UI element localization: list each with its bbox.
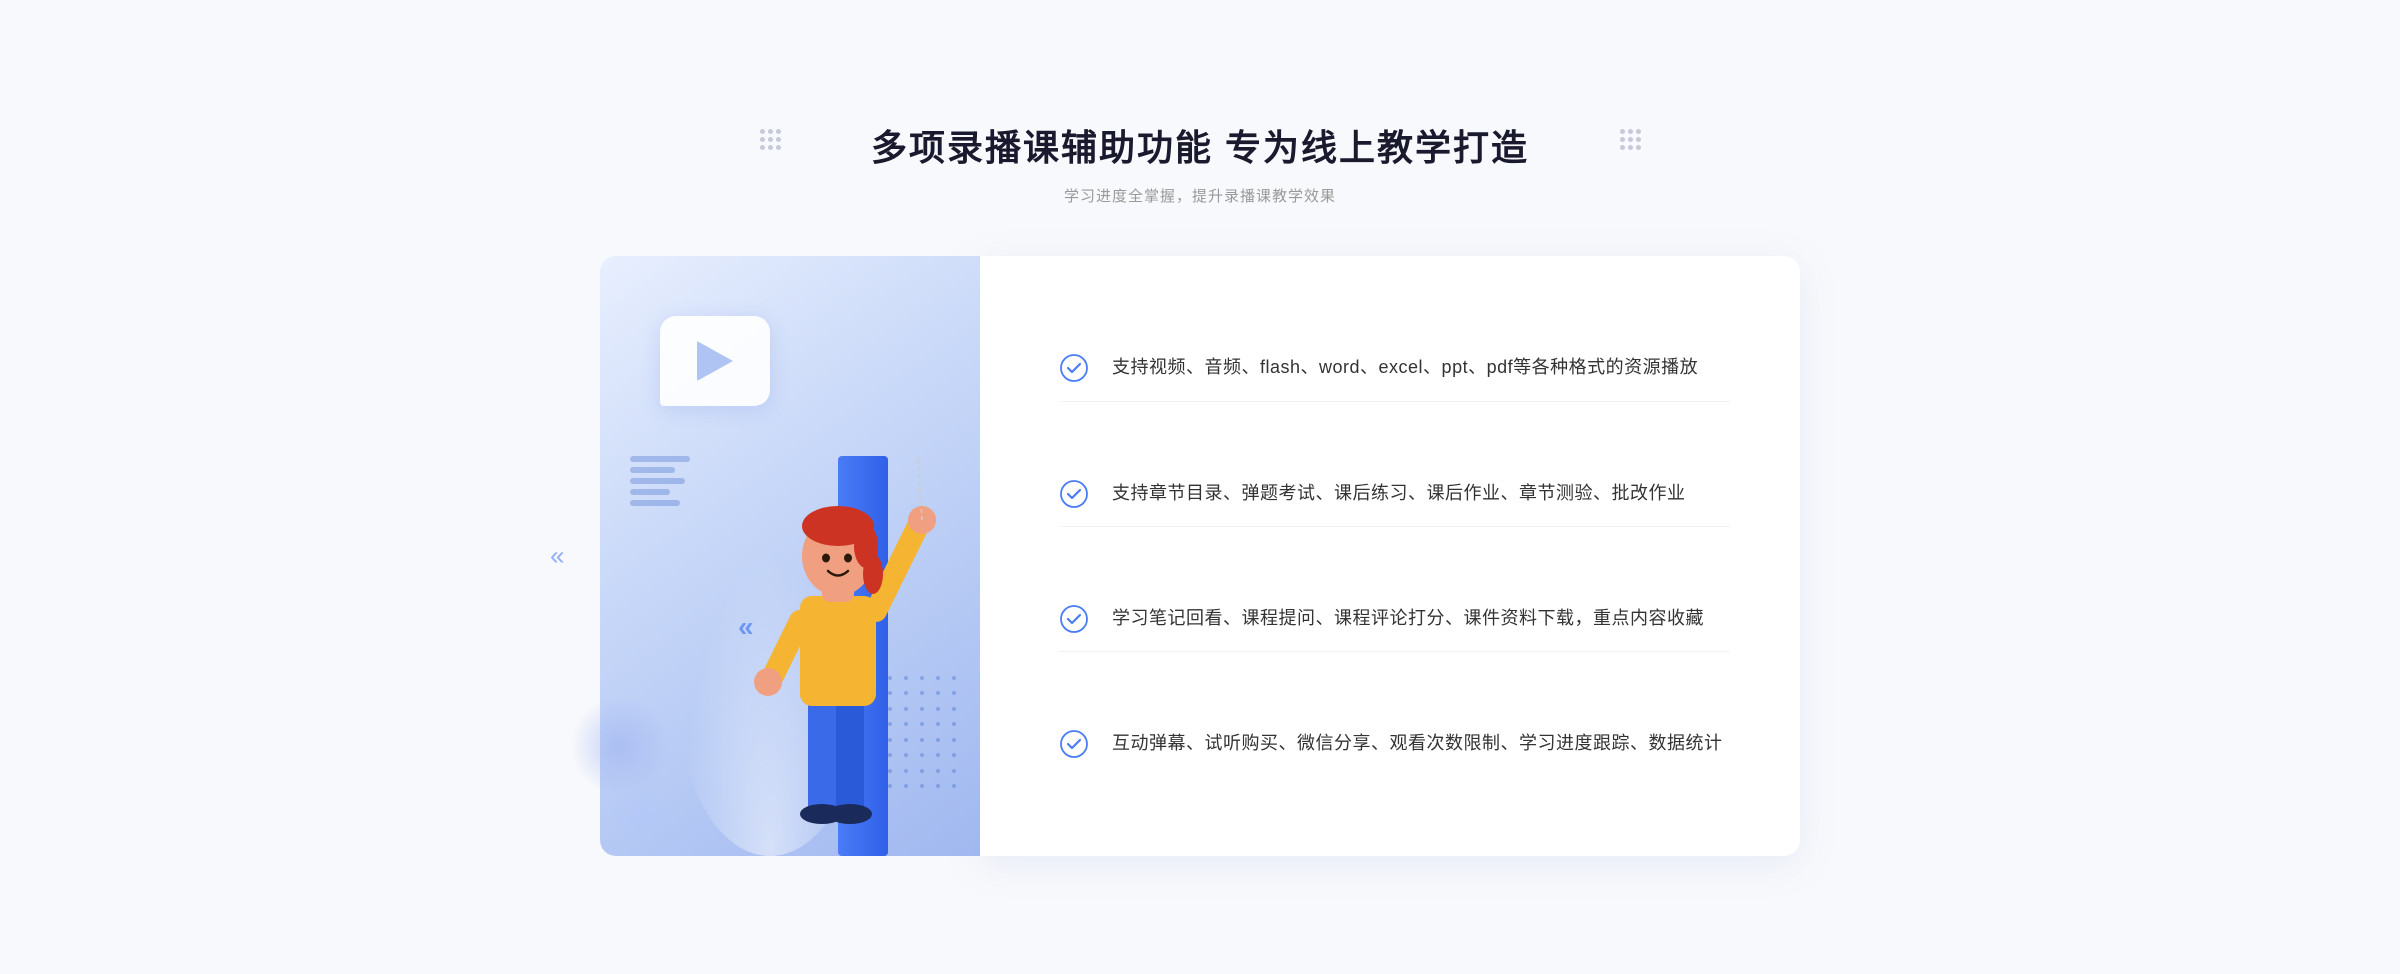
feature-item-2: 支持章节目录、弹题考试、课后练习、课后作业、章节测验、批改作业 [1060,460,1730,528]
feature-text-1: 支持视频、音频、flash、word、excel、ppt、pdf等各种格式的资源… [1112,352,1698,383]
feature-item-1: 支持视频、音频、flash、word、excel、ppt、pdf等各种格式的资源… [1060,334,1730,402]
header-dots-left [760,129,780,149]
strip-decoration [630,456,690,506]
character-illustration: « [718,396,958,856]
feature-text-2: 支持章节目录、弹题考试、课后练习、课后作业、章节测验、批改作业 [1112,478,1686,509]
header-section: 多项录播课辅助功能 专为线上教学打造 学习进度全掌握，提升录播课教学效果 [600,119,1800,206]
feature-item-3: 学习笔记回看、课程提问、课程评论打分、课件资料下载，重点内容收藏 [1060,585,1730,653]
check-icon-1 [1060,354,1088,382]
left-arrows-decoration: « [550,540,564,571]
features-panel: 支持视频、音频、flash、word、excel、ppt、pdf等各种格式的资源… [980,256,1800,856]
deco-circle-1 [570,696,670,796]
content-section: « [600,256,1800,856]
play-icon [697,341,733,381]
video-bubble [660,316,770,406]
check-icon-2 [1060,480,1088,508]
deco-circle-2 [610,786,670,846]
illustration-card: « [600,256,980,856]
svg-text:«: « [738,611,754,642]
feature-text-4: 互动弹幕、试听购买、微信分享、观看次数限制、学习进度跟踪、数据统计 [1112,728,1723,759]
sub-title: 学习进度全掌握，提升录播课教学效果 [600,185,1800,206]
page-wrapper: 多项录播课辅助功能 专为线上教学打造 学习进度全掌握，提升录播课教学效果 [600,119,1800,856]
check-icon-3 [1060,605,1088,633]
header-dots-right [1620,129,1640,149]
feature-item-4: 互动弹幕、试听购买、微信分享、观看次数限制、学习进度跟踪、数据统计 [1060,710,1730,777]
check-icon-4 [1060,730,1088,758]
feature-text-3: 学习笔记回看、课程提问、课程评论打分、课件资料下载，重点内容收藏 [1112,603,1704,634]
